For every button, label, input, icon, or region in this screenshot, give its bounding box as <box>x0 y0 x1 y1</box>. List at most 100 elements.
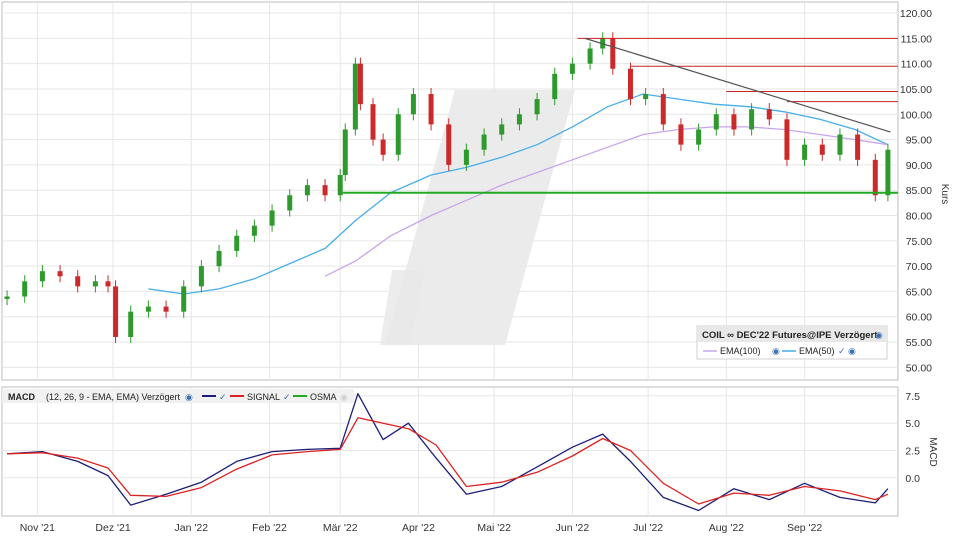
candle <box>39 265 45 288</box>
candle <box>837 128 843 161</box>
candle-body <box>198 266 204 287</box>
candle-body <box>643 94 649 100</box>
candle-body <box>678 124 684 145</box>
candle-body <box>660 94 666 125</box>
candle-body <box>105 281 111 287</box>
candle-body <box>370 104 376 140</box>
candle-body <box>885 149 891 196</box>
candle <box>342 123 348 182</box>
candle-body <box>269 210 275 226</box>
candle-body <box>610 38 616 69</box>
candle-body <box>766 109 772 120</box>
chart-svg: 120.00 115.00 110.00 105.00 100.00 95.00 90.00… <box>1 1 950 534</box>
annotations <box>342 37 898 194</box>
candle-body <box>855 134 861 160</box>
candle-body <box>395 114 401 155</box>
macd-panel <box>6 393 889 512</box>
candle-body <box>75 276 81 287</box>
candle <box>57 265 63 283</box>
candle <box>370 98 376 146</box>
macd-series-signal <box>6 417 889 505</box>
candle <box>113 280 119 344</box>
candle-body <box>163 306 169 312</box>
candle <box>380 133 386 161</box>
osma-label: OSMA <box>310 392 337 402</box>
candle-body <box>22 281 28 297</box>
candle-body <box>410 94 416 115</box>
macd-y-tick: 2.5 <box>905 446 920 458</box>
candle <box>269 204 275 232</box>
candle <box>75 270 81 293</box>
macd-legend-params: (12, 26, 9 - EMA, EMA) Verzögert <box>46 392 181 402</box>
candle <box>678 118 684 151</box>
candle <box>713 108 719 136</box>
x-tick-label: Jul '22 <box>633 522 663 534</box>
candle-body <box>337 175 343 196</box>
candle-body <box>534 99 540 115</box>
signal-check-icon[interactable]: ✓ <box>283 392 291 402</box>
candle <box>352 57 358 136</box>
price-y-tick: 75.00 <box>906 236 932 248</box>
candle <box>749 103 755 136</box>
candle <box>145 300 151 318</box>
x-tick-label: Dez '21 <box>95 522 130 534</box>
candle-body <box>216 250 222 267</box>
macd-y-tick: 0.0 <box>905 473 920 485</box>
legend-check-icon-ema50[interactable]: ✓ <box>838 346 846 356</box>
legend-settings-icon[interactable]: ◉ <box>875 330 883 340</box>
candle-body <box>749 109 755 130</box>
candle <box>105 275 111 293</box>
chart-root: 120.00 115.00 110.00 105.00 100.00 95.00 90.00… <box>0 0 960 540</box>
x-tick-label: Mär '22 <box>323 522 358 534</box>
candle-body <box>145 306 151 312</box>
candle <box>304 179 310 202</box>
macd-series-macd <box>6 393 889 512</box>
candle-body <box>322 185 328 196</box>
candle <box>802 138 808 166</box>
candle <box>784 113 790 166</box>
candle-body <box>552 73 558 100</box>
candle-body <box>696 129 702 145</box>
macd-settings-icon[interactable]: ◉ <box>185 392 193 402</box>
candle-body <box>428 94 434 125</box>
macd-panel-frame <box>1 386 899 517</box>
macd-check-icon[interactable]: ✓ <box>219 392 227 402</box>
price-y-tick: 70.00 <box>906 261 932 273</box>
candle <box>395 108 401 161</box>
legend-label-ema100: EMA(100) <box>720 346 761 356</box>
candle <box>357 57 363 111</box>
candle <box>855 128 861 166</box>
osma-eye-icon[interactable]: ◉ <box>340 392 348 402</box>
x-tick-label: Aug '22 <box>709 522 744 534</box>
candle-body <box>837 134 843 155</box>
candle <box>731 108 737 136</box>
candle <box>660 87 666 131</box>
signal-label: SIGNAL <box>247 392 280 402</box>
candle-body <box>872 159 878 196</box>
candle-body <box>380 139 386 155</box>
candle-body <box>57 271 63 277</box>
candle-body <box>39 271 45 282</box>
candle-body <box>251 225 257 236</box>
macd-axis-label: MACD <box>927 437 938 466</box>
macd-y-tick: 7.5 <box>905 391 920 403</box>
candle-body <box>499 124 505 135</box>
price-legend: COIL ∞ DEC'22 Futures@IPE Verzögert EMA(… <box>696 325 888 360</box>
legend-label-ema50: EMA(50) <box>799 346 835 356</box>
legend-eye-icon-ema50[interactable]: ◉ <box>848 346 856 356</box>
price-y-tick: 100.00 <box>900 109 932 121</box>
legend-eye-icon-ema100[interactable]: ◉ <box>772 346 780 356</box>
price-y-tick: 95.00 <box>906 135 932 147</box>
candle <box>428 87 434 131</box>
macd-legend-title: MACD <box>8 392 35 402</box>
candle <box>287 189 293 217</box>
x-tick-label: Jan '22 <box>175 522 209 534</box>
candle-body <box>287 195 293 211</box>
price-y-tick: 60.00 <box>906 312 932 324</box>
candle <box>181 280 187 318</box>
candle <box>643 87 649 106</box>
x-tick-label: Sep '22 <box>787 522 822 534</box>
candle-body <box>731 114 737 130</box>
macd-legend: MACD (12, 26, 9 - EMA, EMA) Verzögert ◉ … <box>2 389 354 403</box>
candle <box>163 300 169 318</box>
